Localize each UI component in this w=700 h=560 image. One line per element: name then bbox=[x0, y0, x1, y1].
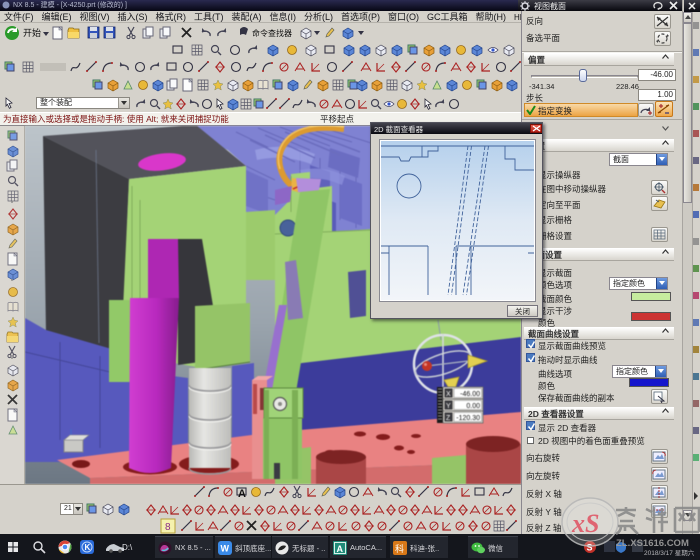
svg-text:X: X bbox=[446, 391, 451, 398]
svg-text:S: S bbox=[587, 543, 593, 553]
svg-text:W: W bbox=[221, 544, 230, 554]
svg-text:开始: 开始 bbox=[23, 27, 41, 38]
svg-text:-46.00: -46.00 bbox=[460, 391, 480, 398]
svg-text:Z: Z bbox=[446, 415, 451, 422]
svg-text:A: A bbox=[337, 544, 344, 554]
svg-text:0.00: 0.00 bbox=[466, 403, 480, 410]
svg-text:D:\: D:\ bbox=[122, 543, 133, 552]
svg-text:A: A bbox=[238, 488, 246, 500]
svg-text:K: K bbox=[85, 543, 91, 552]
svg-text:命令查找器: 命令查找器 bbox=[252, 28, 292, 38]
svg-text:科: 科 bbox=[395, 543, 404, 554]
svg-text:8: 8 bbox=[165, 522, 171, 533]
svg-text:Y: Y bbox=[446, 403, 451, 410]
svg-text:-120.30: -120.30 bbox=[456, 415, 480, 422]
